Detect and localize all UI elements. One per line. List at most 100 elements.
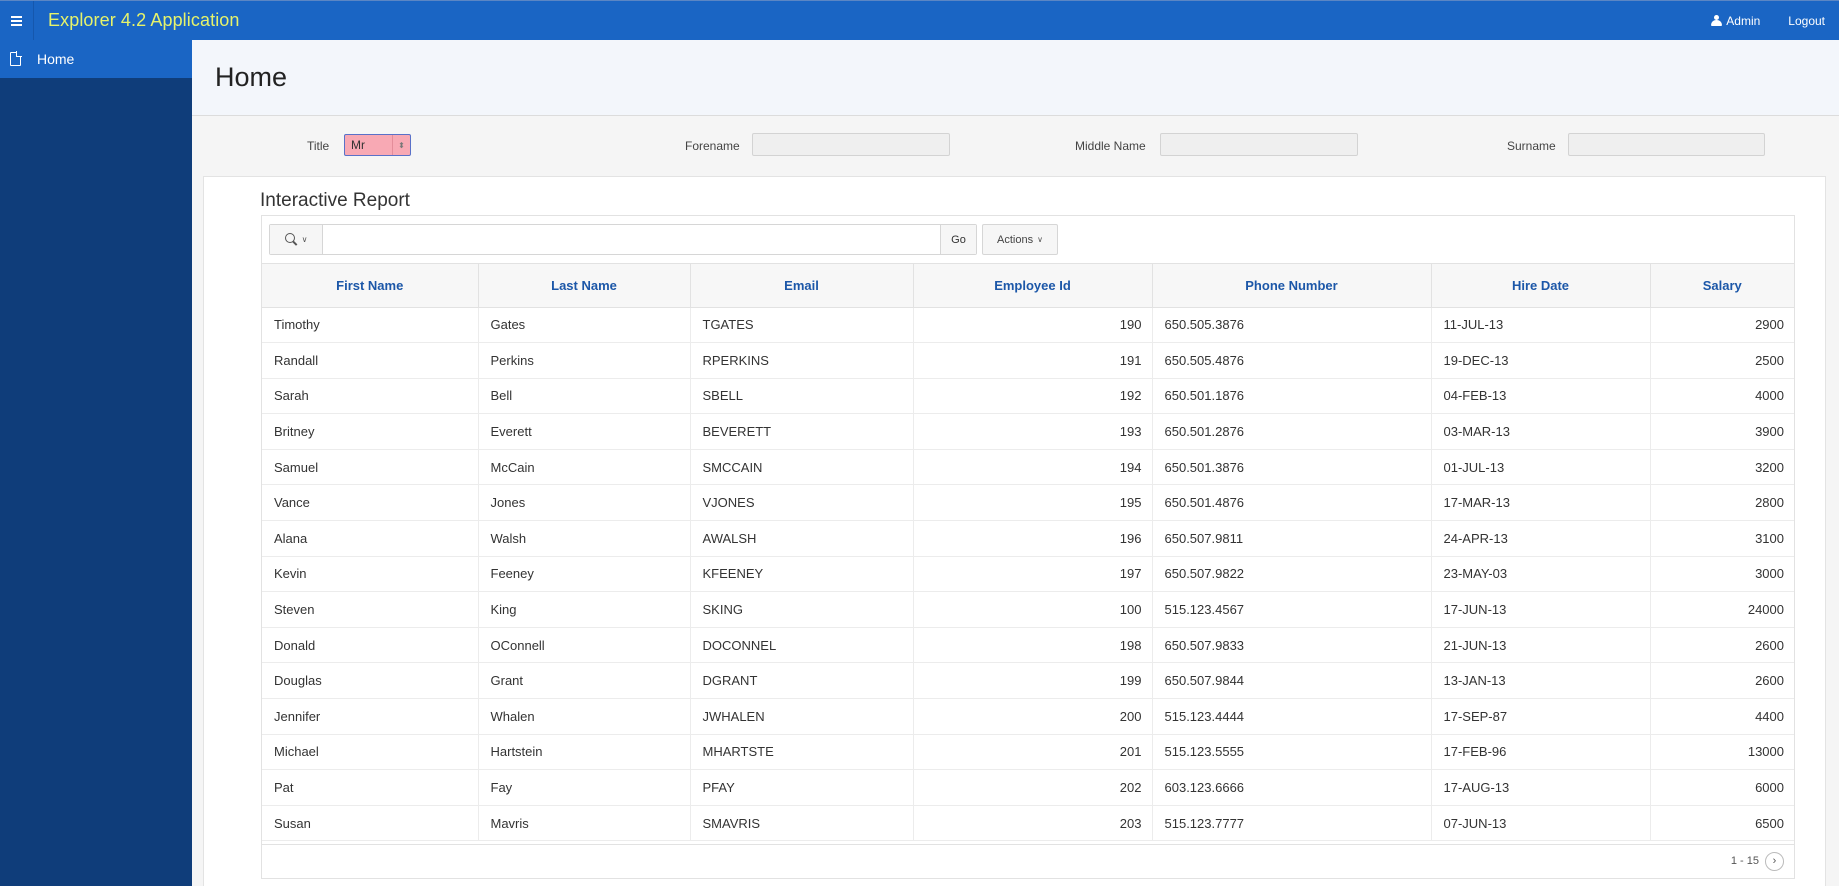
column-header-phone-number[interactable]: Phone Number — [1152, 264, 1432, 308]
report-body: Timothy Gates TGATES 190 650.505.3876 11-JUL-… — [262, 307, 1794, 842]
column-header-salary[interactable]: Salary — [1650, 264, 1794, 308]
search-input[interactable] — [323, 225, 940, 254]
salary-cell: 2900 — [1650, 307, 1794, 344]
user-icon — [1711, 15, 1723, 26]
hire-date-cell: 17-AUG-13 — [1431, 769, 1651, 806]
table-row: Randall Perkins RPERKINS 191 650.505.4876 19-… — [262, 342, 1794, 379]
employee-id-cell: 193 — [913, 413, 1153, 450]
phone-number-cell: 650.507.9844 — [1152, 662, 1432, 700]
email-cell: SMAVRIS — [690, 805, 914, 842]
main-content: Home Title Mr ⬍ Forename Middle Name Sur… — [192, 40, 1839, 886]
sidebar: Home — [0, 40, 192, 886]
email-cell: VJONES — [690, 484, 914, 522]
middle-name-label: Middle Name — [1075, 139, 1146, 153]
logout-link[interactable]: Logout — [1774, 14, 1839, 28]
middle-name-input[interactable] — [1160, 133, 1358, 156]
column-header-first-name[interactable]: First Name — [262, 264, 479, 308]
hire-date-cell: 17-MAR-13 — [1431, 484, 1651, 522]
select-arrows-icon: ⬍ — [392, 135, 410, 155]
page-icon — [10, 51, 22, 66]
first-name-cell: Steven — [262, 591, 479, 628]
column-header-hire-date[interactable]: Hire Date — [1431, 264, 1651, 308]
phone-number-cell: 650.501.1876 — [1152, 378, 1432, 415]
table-row: Kevin Feeney KFEENEY 197 650.507.9822 23-MAY-… — [262, 556, 1794, 593]
last-name-cell: Bell — [478, 378, 691, 415]
phone-number-cell: 515.123.5555 — [1152, 734, 1432, 771]
employee-id-cell: 196 — [913, 520, 1153, 557]
user-menu-link[interactable]: Admin — [1697, 14, 1774, 28]
phone-number-cell: 650.507.9822 — [1152, 556, 1432, 593]
email-cell: JWHALEN — [690, 698, 914, 735]
surname-input[interactable] — [1568, 133, 1765, 156]
first-name-cell: Randall — [262, 342, 479, 379]
first-name-cell: Susan — [262, 805, 479, 842]
first-name-cell: Britney — [262, 413, 479, 450]
search-icon — [284, 233, 298, 246]
salary-cell: 3000 — [1650, 556, 1794, 593]
first-name-cell: Donald — [262, 627, 479, 664]
title-select[interactable]: Mr ⬍ — [344, 134, 411, 156]
employee-id-cell: 195 — [913, 484, 1153, 522]
employee-id-cell: 190 — [913, 307, 1153, 344]
first-name-cell: Douglas — [262, 662, 479, 700]
email-cell: BEVERETT — [690, 413, 914, 450]
actions-button[interactable]: Actions ∨ — [982, 224, 1058, 255]
salary-cell: 13000 — [1650, 734, 1794, 771]
email-cell: PFAY — [690, 769, 914, 806]
email-cell: KFEENEY — [690, 556, 914, 593]
first-name-cell: Pat — [262, 769, 479, 806]
pagination-range: 1 - 15 — [1730, 855, 1759, 867]
first-name-cell: Vance — [262, 484, 479, 522]
table-row: Susan Mavris SMAVRIS 203 515.123.7777 07-JUN-… — [262, 805, 1794, 842]
column-header-last-name[interactable]: Last Name — [478, 264, 691, 308]
go-button[interactable]: Go — [940, 225, 976, 254]
title-select-value: Mr — [351, 138, 365, 152]
phone-number-cell: 515.123.7777 — [1152, 805, 1432, 842]
hire-date-cell: 07-JUN-13 — [1431, 805, 1651, 842]
forename-input[interactable] — [752, 133, 950, 156]
user-name: Admin — [1726, 13, 1761, 28]
hire-date-cell: 03-MAR-13 — [1431, 413, 1651, 450]
phone-number-cell: 650.507.9811 — [1152, 520, 1432, 557]
first-name-cell: Kevin — [262, 556, 479, 593]
employee-id-cell: 199 — [913, 662, 1153, 700]
phone-number-cell: 650.505.3876 — [1152, 307, 1432, 344]
forename-label: Forename — [685, 139, 740, 153]
employee-id-cell: 200 — [913, 698, 1153, 735]
column-header-employee-id[interactable]: Employee Id — [913, 264, 1153, 308]
last-name-cell: McCain — [478, 449, 691, 486]
table-row: Steven King SKING 100 515.123.4567 17-JUN-13 2… — [262, 591, 1794, 628]
column-header-email[interactable]: Email — [690, 264, 914, 308]
salary-cell: 6000 — [1650, 769, 1794, 806]
menu-toggle-button[interactable] — [0, 0, 34, 41]
email-cell: MHARTSTE — [690, 734, 914, 771]
report-footer: 1 - 15 › — [262, 844, 1794, 878]
top-navigation-bar: Explorer 4.2 Application Admin Logout — [0, 0, 1839, 41]
employee-id-cell: 198 — [913, 627, 1153, 664]
table-row: Vance Jones VJONES 195 650.501.4876 17-MAR-13… — [262, 484, 1794, 522]
app-title[interactable]: Explorer 4.2 Application — [48, 10, 240, 31]
table-row: Britney Everett BEVERETT 193 650.501.2876 03-… — [262, 413, 1794, 450]
salary-cell: 2600 — [1650, 627, 1794, 664]
email-cell: SMCCAIN — [690, 449, 914, 486]
next-page-button[interactable]: › — [1765, 851, 1784, 871]
chevron-down-icon: ∨ — [301, 235, 308, 244]
phone-number-cell: 650.501.4876 — [1152, 484, 1432, 522]
sidebar-item-home[interactable]: Home — [0, 40, 192, 78]
email-cell: TGATES — [690, 307, 914, 344]
email-cell: AWALSH — [690, 520, 914, 557]
first-name-cell: Sarah — [262, 378, 479, 415]
last-name-cell: Hartstein — [478, 734, 691, 771]
phone-number-cell: 650.507.9833 — [1152, 627, 1432, 664]
first-name-cell: Timothy — [262, 307, 479, 344]
table-row: Jennifer Whalen JWHALEN 200 515.123.4444 17-S… — [262, 698, 1794, 735]
table-row: Pat Fay PFAY 202 603.123.6666 17-AUG-13 6000 — [262, 769, 1794, 806]
phone-number-cell: 650.501.2876 — [1152, 413, 1432, 450]
employee-id-cell: 194 — [913, 449, 1153, 486]
first-name-cell: Jennifer — [262, 698, 479, 735]
search-column-button[interactable]: ∨ — [270, 225, 323, 254]
first-name-cell: Samuel — [262, 449, 479, 486]
table-row: Samuel McCain SMCCAIN 194 650.501.3876 01-JUL… — [262, 449, 1794, 486]
last-name-cell: Feeney — [478, 556, 691, 593]
hamburger-icon — [11, 15, 22, 26]
